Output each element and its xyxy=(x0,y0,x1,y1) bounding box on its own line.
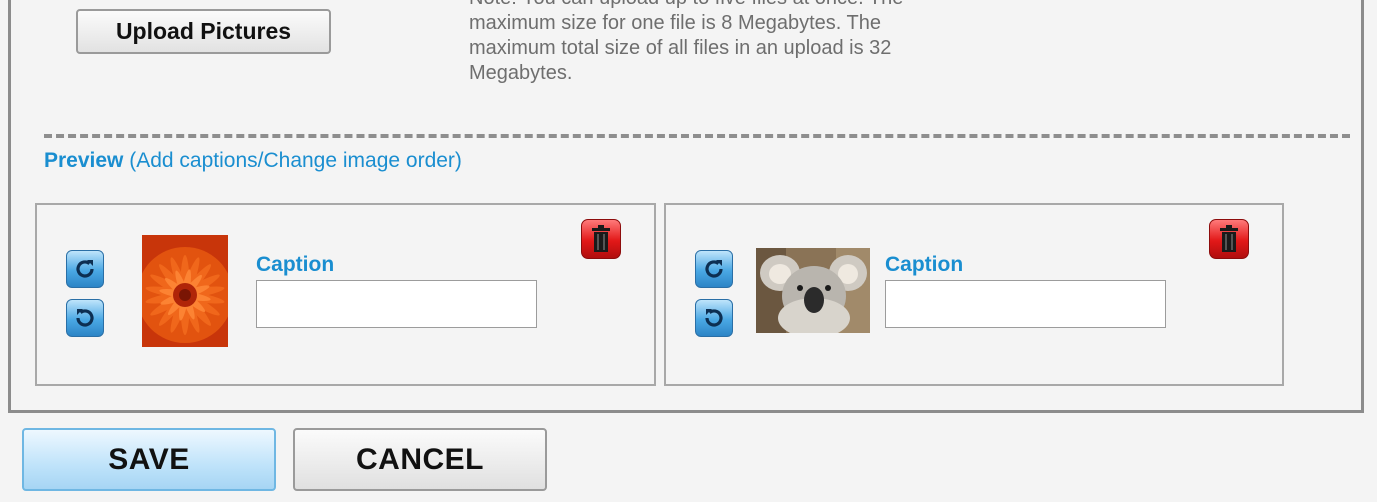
preview-title: Preview xyxy=(44,149,124,172)
trash-icon[interactable] xyxy=(1209,219,1249,259)
cancel-button[interactable]: CANCEL xyxy=(293,428,547,491)
preview-card-1: Caption xyxy=(35,203,656,386)
upload-pictures-button[interactable]: Upload Pictures xyxy=(76,9,331,54)
rotate-counterclockwise-icon[interactable] xyxy=(695,299,733,337)
rotate-clockwise-icon[interactable] xyxy=(66,250,104,288)
section-divider xyxy=(44,134,1350,138)
caption-label: Caption xyxy=(256,253,335,276)
caption-input[interactable] xyxy=(256,280,537,328)
rotate-clockwise-icon[interactable] xyxy=(695,250,733,288)
caption-label: Caption xyxy=(885,253,964,276)
trash-icon[interactable] xyxy=(581,219,621,259)
preview-card-2: Caption xyxy=(664,203,1284,386)
koala-image xyxy=(756,248,870,333)
preview-heading: Preview (Add captions/Change image order… xyxy=(44,149,462,173)
upload-note: Note: You can upload up to five files at… xyxy=(469,0,903,84)
red-flower-image xyxy=(142,235,228,347)
caption-input[interactable] xyxy=(885,280,1166,328)
add-captions-link[interactable]: (Add captions/Change image order) xyxy=(129,149,462,172)
save-button[interactable]: SAVE xyxy=(22,428,276,491)
rotate-counterclockwise-icon[interactable] xyxy=(66,299,104,337)
